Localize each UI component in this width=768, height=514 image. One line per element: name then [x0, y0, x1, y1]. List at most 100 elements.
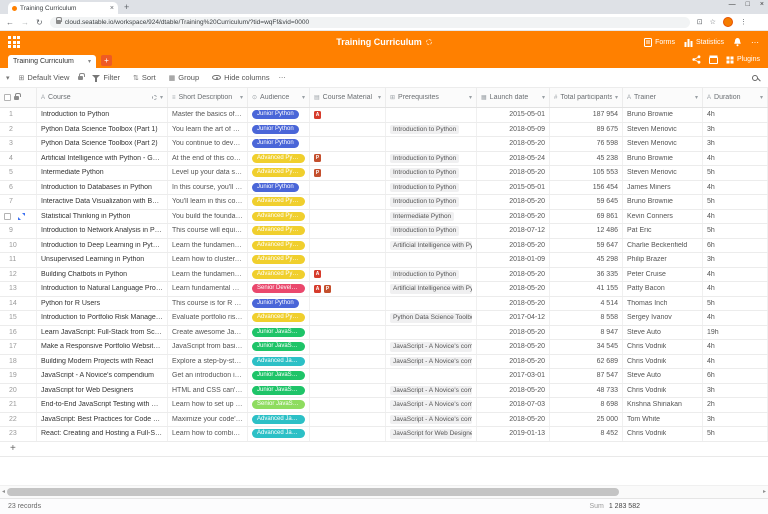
cell-row-number[interactable]: 13 [0, 282, 37, 296]
cell-course[interactable]: Python Data Science Toolbox (Part 1) [37, 122, 168, 136]
prerequisite-link-chip[interactable]: JavaScript - A Novice's compendiu [390, 385, 472, 395]
cell-short-description[interactable]: Explore a step-by-step g… [168, 354, 248, 368]
cell-row-number[interactable]: 11 [0, 253, 37, 267]
cell-trainer[interactable]: Tom White [623, 412, 703, 426]
cell-row-number[interactable]: 1 [0, 108, 37, 122]
cell-launch-date[interactable]: 2018-05-20 [477, 267, 550, 281]
cell-launch-date[interactable]: 2019-01-13 [477, 427, 550, 441]
column-header-prerequisites[interactable]: ⊞ Prerequisites ▾ [386, 88, 477, 107]
window-close-button[interactable]: × [760, 1, 764, 8]
cell-course[interactable]: Introduction to Databases in Python [37, 180, 168, 194]
cell-duration[interactable]: 19h [703, 325, 768, 339]
cell-audience[interactable]: Advanced JavaScript [248, 412, 310, 426]
cell-course-material[interactable] [310, 195, 386, 209]
cell-prerequisites[interactable]: Introduction to Python [386, 122, 477, 136]
tab-close-icon[interactable]: × [110, 5, 114, 12]
cell-short-description[interactable]: This course will equip yo… [168, 224, 248, 238]
cell-duration[interactable]: 3h [703, 122, 768, 136]
cell-total-participants[interactable]: 87 547 [550, 369, 623, 383]
cell-audience[interactable]: Advanced Python [248, 151, 310, 165]
cell-launch-date[interactable]: 2018-05-20 [477, 383, 550, 397]
sort-button[interactable]: ⇅ Sort [129, 73, 160, 82]
cell-course-material[interactable] [310, 137, 386, 151]
cell-row-number[interactable]: 5 [0, 166, 37, 180]
cell-course[interactable]: Learn JavaScript: Full-Stack from Scratc… [37, 325, 168, 339]
cell-short-description[interactable]: Learn the fundamentals… [168, 267, 248, 281]
cell-total-participants[interactable]: 36 335 [550, 267, 623, 281]
cell-short-description[interactable]: Get an introduction in t… [168, 369, 248, 383]
scrollbar-thumb[interactable] [7, 488, 619, 496]
column-header-short-description[interactable]: ≡ Short Description ▾ [168, 88, 248, 107]
cell-prerequisites[interactable]: Artificial Intelligence with Python - [386, 282, 477, 296]
cell-duration[interactable]: 4h [703, 267, 768, 281]
cell-row-number[interactable]: 14 [0, 296, 37, 310]
cell-total-participants[interactable]: 187 954 [550, 108, 623, 122]
cell-short-description[interactable]: JavaScript from basic to… [168, 340, 248, 354]
prerequisite-link-chip[interactable]: Introduction to Python [390, 269, 460, 279]
cell-row-number[interactable]: 18 [0, 354, 37, 368]
cell-duration[interactable]: 5h [703, 427, 768, 441]
cell-audience[interactable]: Advanced Python [248, 166, 310, 180]
cell-duration[interactable]: 3h [703, 253, 768, 267]
hide-columns-button[interactable]: Hide columns [208, 73, 273, 82]
cell-short-description[interactable]: You learn the art of writi… [168, 122, 248, 136]
back-icon[interactable]: ← [6, 18, 14, 27]
cell-course-material[interactable]: P [310, 151, 386, 165]
forms-button[interactable]: Forms [644, 37, 675, 47]
cell-row-number[interactable]: 16 [0, 325, 37, 339]
column-menu-caret-icon[interactable]: ▾ [469, 94, 472, 101]
cell-duration[interactable]: 5h [703, 224, 768, 238]
cell-prerequisites[interactable]: Python Data Science Toolbox (Part [386, 311, 477, 325]
cell-prerequisites[interactable]: Introduction to Python [386, 166, 477, 180]
cell-course-material[interactable] [310, 238, 386, 252]
base-settings-gear-icon[interactable] [425, 39, 432, 45]
cell-short-description[interactable]: Level up your data scien… [168, 166, 248, 180]
column-menu-caret-icon[interactable]: ▾ [695, 94, 698, 101]
cell-row-number[interactable]: 4 [0, 151, 37, 165]
prerequisite-link-chip[interactable]: Introduction to Python [390, 226, 460, 236]
prerequisite-link-chip[interactable]: Introduction to Python [390, 197, 460, 207]
column-header-total-participants[interactable]: # Total participants ▾ [550, 88, 623, 107]
add-row-button[interactable]: + [0, 442, 768, 457]
cell-course[interactable]: Introduction to Portfolio Risk Managemen… [37, 311, 168, 325]
view-selector[interactable]: ⊞ Default View [15, 73, 74, 82]
cell-total-participants[interactable]: 62 689 [550, 354, 623, 368]
column-menu-caret-icon[interactable]: ▾ [378, 94, 381, 101]
cell-trainer[interactable]: Bruno Brownie [623, 195, 703, 209]
cell-course[interactable]: Unsupervised Learning in Python [37, 253, 168, 267]
cell-duration[interactable]: 4h [703, 108, 768, 122]
column-menu-caret-icon[interactable]: ▾ [302, 94, 305, 101]
cell-prerequisites[interactable]: Introduction to Python [386, 195, 477, 209]
expand-row-icon[interactable] [18, 212, 25, 220]
cell-launch-date[interactable]: 2018-05-20 [477, 166, 550, 180]
prerequisite-link-chip[interactable]: JavaScript for Web Designers [390, 429, 472, 439]
cell-duration[interactable]: 4h [703, 311, 768, 325]
cell-trainer[interactable]: Peter Cruise [623, 267, 703, 281]
cell-total-participants[interactable]: 41 155 [550, 282, 623, 296]
ppt-file-icon[interactable]: P [314, 168, 321, 177]
cell-trainer[interactable]: Patty Bacon [623, 282, 703, 296]
cell-launch-date[interactable]: 2015-05-01 [477, 108, 550, 122]
notifications-bell-icon[interactable] [733, 37, 742, 47]
collapse-views-caret-icon[interactable]: ▾ [6, 74, 10, 82]
cell-total-participants[interactable]: 156 454 [550, 180, 623, 194]
cell-audience[interactable]: Junior Python [248, 108, 310, 122]
column-menu-caret-icon[interactable]: ▾ [240, 94, 243, 101]
cell-audience[interactable]: Junior Python [248, 122, 310, 136]
share-icon[interactable] [692, 55, 701, 64]
cell-trainer[interactable]: Krishna Shiriakan [623, 398, 703, 412]
cell-course[interactable]: React: Creating and Hosting a Full-Stack… [37, 427, 168, 441]
prerequisite-link-chip[interactable]: JavaScript - A Novice's compendiu [390, 414, 472, 424]
reload-icon[interactable]: ↻ [36, 18, 43, 27]
prerequisite-link-chip[interactable]: Intermediate Python [390, 211, 455, 221]
prerequisite-link-chip[interactable]: Artificial Intelligence with Python - [390, 284, 472, 294]
cell-row-number[interactable]: 17 [0, 340, 37, 354]
cell-total-participants[interactable]: 4 514 [550, 296, 623, 310]
cell-short-description[interactable]: You build the foundatio… [168, 209, 248, 223]
header-more-icon[interactable]: ⋯ [751, 38, 760, 47]
cell-trainer[interactable]: Kevin Conners [623, 209, 703, 223]
cell-launch-date[interactable]: 2018-05-20 [477, 296, 550, 310]
cell-trainer[interactable]: Steven Meriovic [623, 137, 703, 151]
cell-course[interactable]: JavaScript: Best Practices for Code Form… [37, 412, 168, 426]
cell-prerequisites[interactable]: JavaScript - A Novice's compendiu [386, 340, 477, 354]
